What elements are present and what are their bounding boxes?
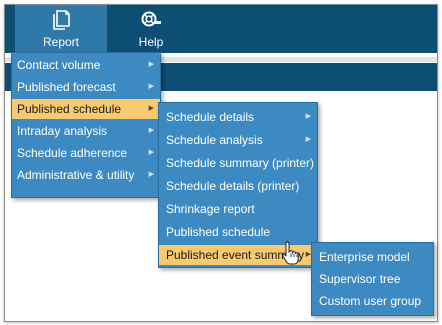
top-toolbar: Report Help xyxy=(5,5,437,53)
menu-item-label: Contact volume xyxy=(17,58,101,72)
menu-item-label: Enterprise model xyxy=(319,250,410,264)
lifebuoy-icon xyxy=(121,8,181,32)
menu-item-label: Schedule details xyxy=(166,110,255,124)
submenu-arrow-icon: ▶ xyxy=(305,113,311,120)
menu-item-schedule-summary-printer[interactable]: Schedule summary (printer) xyxy=(159,153,317,173)
menu-item-administrative-utility[interactable]: Administrative & utility ▶ xyxy=(12,165,160,185)
document-stack-icon xyxy=(15,8,107,32)
report-label: Report xyxy=(42,35,80,49)
submenu-arrow-icon: ▶ xyxy=(148,171,154,178)
submenu-arrow-icon: ▶ xyxy=(148,61,154,68)
menu-item-shrinkage-report[interactable]: Shrinkage report xyxy=(159,199,317,219)
menu-item-label: Schedule summary (printer) xyxy=(166,156,315,170)
menu-item-published-schedule-report[interactable]: Published schedule xyxy=(159,222,317,242)
menu-item-contact-volume[interactable]: Contact volume ▶ xyxy=(12,55,160,75)
menu-item-enterprise-model[interactable]: Enterprise model xyxy=(312,247,433,267)
menu-item-label: Published schedule xyxy=(17,102,122,116)
help-label: Help xyxy=(138,35,164,49)
menu-item-label: Administrative & utility xyxy=(17,168,135,182)
menu-item-label: Schedule analysis xyxy=(166,133,263,147)
menu-item-published-schedule[interactable]: Published schedule ▶ xyxy=(12,99,160,119)
menu-item-custom-user-group[interactable]: Custom user group xyxy=(312,291,433,311)
menu-item-label: Intraday analysis xyxy=(17,124,108,138)
menu-item-supervisor-tree[interactable]: Supervisor tree xyxy=(312,269,433,289)
submenu-arrow-icon: ▶ xyxy=(148,105,154,112)
menu-item-intraday-analysis[interactable]: Intraday analysis ▶ xyxy=(12,121,160,141)
submenu-arrow-icon: ▶ xyxy=(148,127,154,134)
menu-item-label: Shrinkage report xyxy=(166,202,255,216)
published-event-summary-submenu: Enterprise model Supervisor tree Custom … xyxy=(311,242,434,316)
menu-item-schedule-analysis[interactable]: Schedule analysis ▶ xyxy=(159,130,317,150)
report-dropdown-menu: Contact volume ▶ Published forecast ▶ Pu… xyxy=(11,52,161,198)
menu-item-label: Schedule details (printer) xyxy=(166,179,300,193)
report-menu-button[interactable]: Report xyxy=(15,5,107,53)
menu-item-label: Supervisor tree xyxy=(319,272,401,286)
menu-item-label: Published schedule xyxy=(166,225,271,239)
help-menu-button[interactable]: Help xyxy=(121,5,181,53)
menu-item-label: Published forecast xyxy=(17,80,116,94)
menu-item-label: Custom user group xyxy=(319,294,422,308)
menu-item-label: Schedule adherence xyxy=(17,146,128,160)
submenu-arrow-icon: ▶ xyxy=(148,83,154,90)
menu-item-published-forecast[interactable]: Published forecast ▶ xyxy=(12,77,160,97)
menu-item-schedule-details-printer[interactable]: Schedule details (printer) xyxy=(159,176,317,196)
menu-item-schedule-adherence[interactable]: Schedule adherence ▶ xyxy=(12,143,160,163)
submenu-arrow-icon: ▶ xyxy=(305,136,311,143)
submenu-arrow-icon: ▶ xyxy=(148,149,154,156)
hand-cursor-icon xyxy=(280,240,304,266)
menu-item-schedule-details[interactable]: Schedule details ▶ xyxy=(159,107,317,127)
